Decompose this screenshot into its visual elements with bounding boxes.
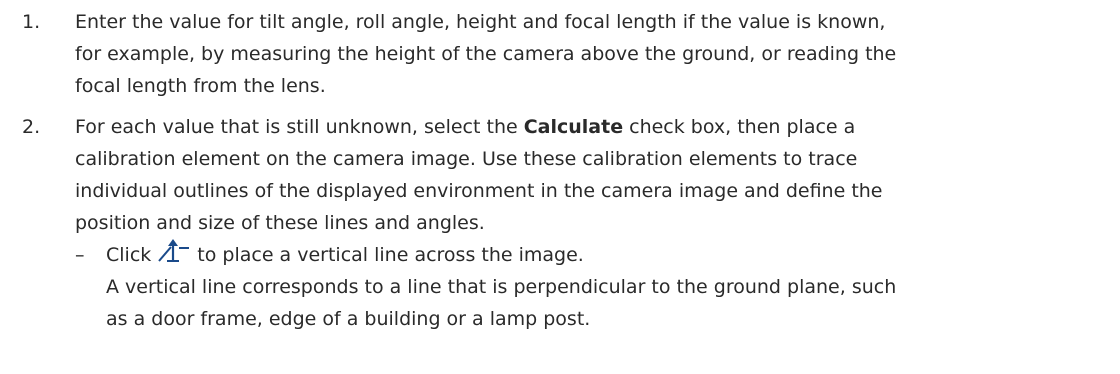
calculate-label: Calculate [523, 116, 624, 138]
step-1-line-2: for example, by measuring the height of … [75, 43, 897, 65]
click-text-after: to place a vertical line across the imag… [197, 244, 584, 266]
bullet-line-2: A vertical line corresponds to a line th… [106, 276, 897, 298]
step-2-text-after: check box, then place a [623, 116, 856, 138]
step-1-line-1: Enter the value for tilt angle, roll ang… [75, 11, 886, 33]
step-2-line-3: individual outlines of the displayed env… [75, 180, 883, 202]
vertical-line-icon[interactable] [157, 239, 191, 273]
bullet-line-1: Click to place a vertical line across the… [106, 239, 584, 273]
step-2-line-1: For each value that is still unknown, se… [75, 111, 855, 143]
click-text: Click [106, 244, 152, 266]
step-number: 1. [22, 11, 41, 33]
step-2-text-before: For each value that is still unknown, se… [75, 116, 524, 138]
document-page: 1. Enter the value for tilt angle, roll … [0, 0, 1120, 374]
step-1-line-3: focal length from the lens. [75, 75, 326, 97]
step-2-line-4: position and size of these lines and ang… [75, 212, 485, 234]
bullet-line-3: as a door frame, edge of a building or a… [106, 308, 591, 330]
bullet-dash: – [75, 244, 85, 266]
step-2-line-2: calibration element on the camera image.… [75, 148, 858, 170]
step-number: 2. [22, 116, 41, 138]
